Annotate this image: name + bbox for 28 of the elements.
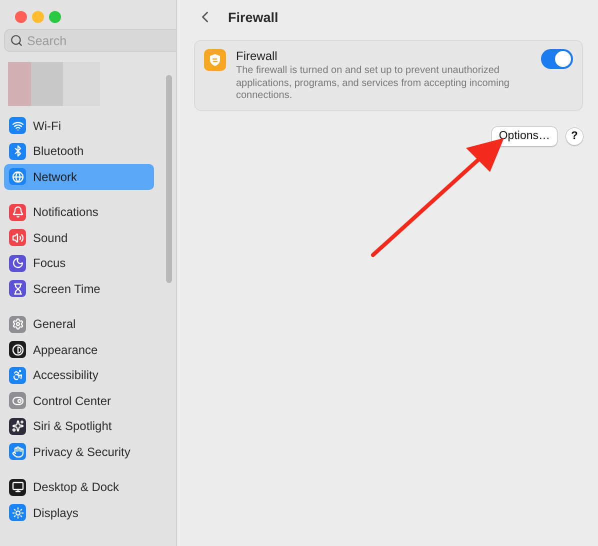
firewall-title: Firewall	[236, 49, 278, 63]
search-field[interactable]: Search	[4, 29, 176, 52]
sidebar-item[interactable]: Siri & Spotlight	[4, 414, 154, 439]
sidebar-item[interactable]: Accessibility	[4, 362, 154, 388]
sidebar-item[interactable]: General	[4, 312, 154, 337]
sidebar-item[interactable]: Displays	[4, 500, 154, 526]
help-button[interactable]: ?	[566, 128, 583, 144]
sidebar-item[interactable]: Sound	[4, 225, 154, 250]
sidebar-item[interactable]: Screen Time	[4, 276, 154, 302]
sidebar-item[interactable]: Privacy & Security	[4, 439, 154, 464]
sidebar-item[interactable]: Appearance	[4, 337, 154, 362]
sidebar-item[interactable]: Bluetooth	[4, 138, 154, 164]
window-control[interactable]	[49, 11, 61, 23]
window-control[interactable]	[32, 11, 44, 23]
sidebar-item[interactable]: Desktop & Dock	[4, 474, 154, 500]
search-icon	[10, 34, 23, 47]
sidebar-item[interactable]: Network	[4, 164, 154, 190]
firewall-toggle[interactable]	[541, 49, 573, 69]
shield-icon	[204, 49, 226, 71]
firewall-description: The firewall is turned on and set up to prevent unauthorized applications, programs, and services from accepting incoming connections.	[236, 65, 510, 102]
sidebar-item[interactable]: Wi-Fi	[4, 113, 154, 138]
scrollbar[interactable]	[166, 75, 172, 283]
sidebar-item[interactable]: Focus	[4, 250, 154, 276]
sidebar-item[interactable]: Notifications	[4, 200, 154, 225]
options-button[interactable]: Options…	[492, 126, 557, 146]
page-title: Firewall	[228, 10, 278, 24]
window-control[interactable]	[15, 11, 27, 23]
sidebar-item[interactable]: Control Center	[4, 388, 154, 414]
